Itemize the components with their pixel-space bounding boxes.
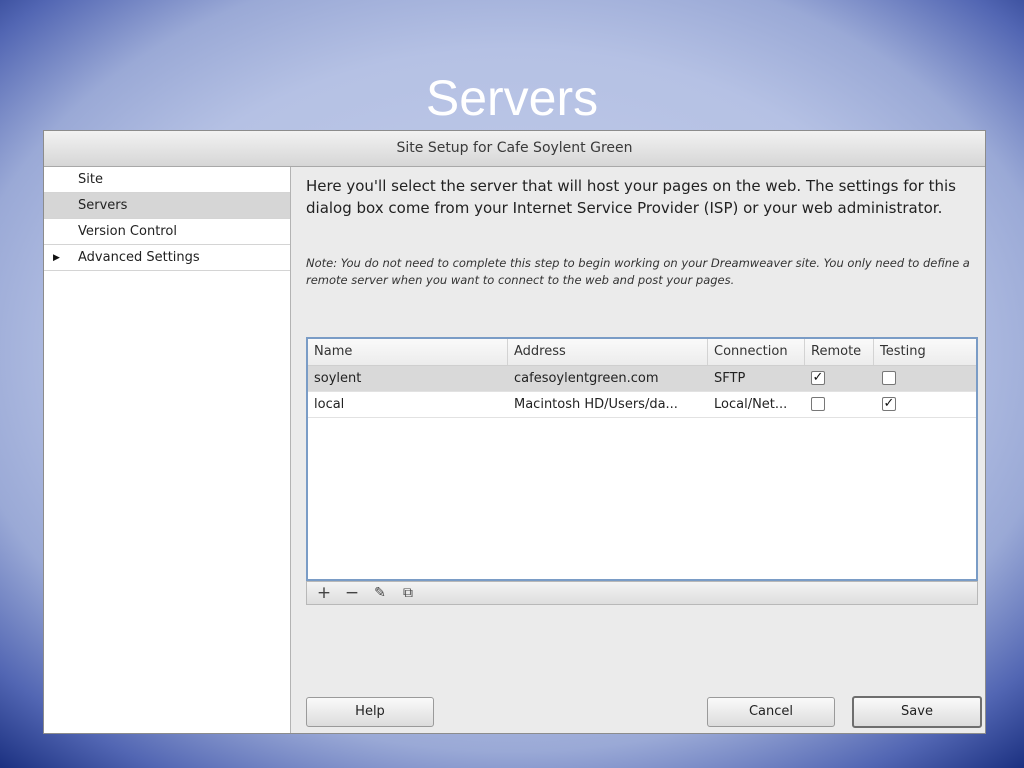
servers-table[interactable]: Name Address Connection Remote Testing s… bbox=[306, 337, 978, 581]
duplicate-icon[interactable]: ⧉ bbox=[397, 582, 419, 604]
sidebar-item-label: Version Control bbox=[78, 224, 177, 239]
slide-title: Servers bbox=[425, 70, 599, 126]
site-setup-dialog: Site Setup for Cafe Soylent Green Site S… bbox=[43, 130, 986, 734]
table-body: soylent cafesoylentgreen.com SFTP ✓ local Mac… bbox=[308, 366, 976, 418]
servers-description: Here you'll select the server that will … bbox=[306, 177, 956, 217]
column-header-remote[interactable]: Remote bbox=[805, 339, 874, 365]
sidebar-item-servers[interactable]: Servers bbox=[44, 193, 290, 219]
column-header-address[interactable]: Address bbox=[508, 339, 708, 365]
table-row[interactable]: local Macintosh HD/Users/da... Local/Net..… bbox=[308, 392, 976, 418]
sidebar: Site Servers Version Control ▶ Advanced … bbox=[44, 167, 291, 733]
save-button[interactable]: Save bbox=[852, 696, 982, 728]
remote-checkbox[interactable]: ✓ bbox=[811, 371, 825, 385]
column-header-name[interactable]: Name bbox=[308, 339, 508, 365]
column-header-testing[interactable]: Testing bbox=[874, 339, 976, 365]
plus-icon[interactable]: + bbox=[313, 582, 335, 604]
server-connection-cell: Local/Net... bbox=[714, 397, 788, 412]
table-toolbar: + − ✎ ⧉ bbox=[306, 581, 978, 605]
column-header-connection[interactable]: Connection bbox=[708, 339, 805, 365]
sidebar-item-advanced-settings[interactable]: ▶ Advanced Settings bbox=[44, 245, 290, 271]
remote-checkbox[interactable] bbox=[811, 397, 825, 411]
sidebar-item-version-control[interactable]: Version Control bbox=[44, 219, 290, 245]
server-address-cell: cafesoylentgreen.com bbox=[514, 371, 659, 386]
dialog-title: Site Setup for Cafe Soylent Green bbox=[44, 131, 985, 167]
testing-checkbox[interactable] bbox=[882, 371, 896, 385]
table-header: Name Address Connection Remote Testing bbox=[308, 339, 976, 366]
testing-checkbox[interactable]: ✓ bbox=[882, 397, 896, 411]
servers-panel: Here you'll select the server that will … bbox=[291, 167, 985, 733]
sidebar-item-label: Servers bbox=[78, 198, 128, 213]
disclosure-triangle-icon[interactable]: ▶ bbox=[53, 245, 60, 271]
pencil-edit-icon[interactable]: ✎ bbox=[369, 582, 391, 604]
server-name-cell: local bbox=[314, 397, 345, 412]
table-row[interactable]: soylent cafesoylentgreen.com SFTP ✓ bbox=[308, 366, 976, 392]
minus-icon[interactable]: − bbox=[341, 582, 363, 604]
sidebar-item-label: Advanced Settings bbox=[78, 250, 200, 265]
server-name-cell: soylent bbox=[314, 371, 362, 386]
sidebar-item-label: Site bbox=[78, 172, 103, 187]
sidebar-item-site[interactable]: Site bbox=[44, 167, 290, 193]
server-connection-cell: SFTP bbox=[714, 371, 746, 386]
cancel-button[interactable]: Cancel bbox=[707, 697, 835, 727]
servers-note: Note: You do not need to complete this s… bbox=[306, 256, 970, 287]
help-button[interactable]: Help bbox=[306, 697, 434, 727]
server-address-cell: Macintosh HD/Users/da... bbox=[514, 397, 678, 412]
